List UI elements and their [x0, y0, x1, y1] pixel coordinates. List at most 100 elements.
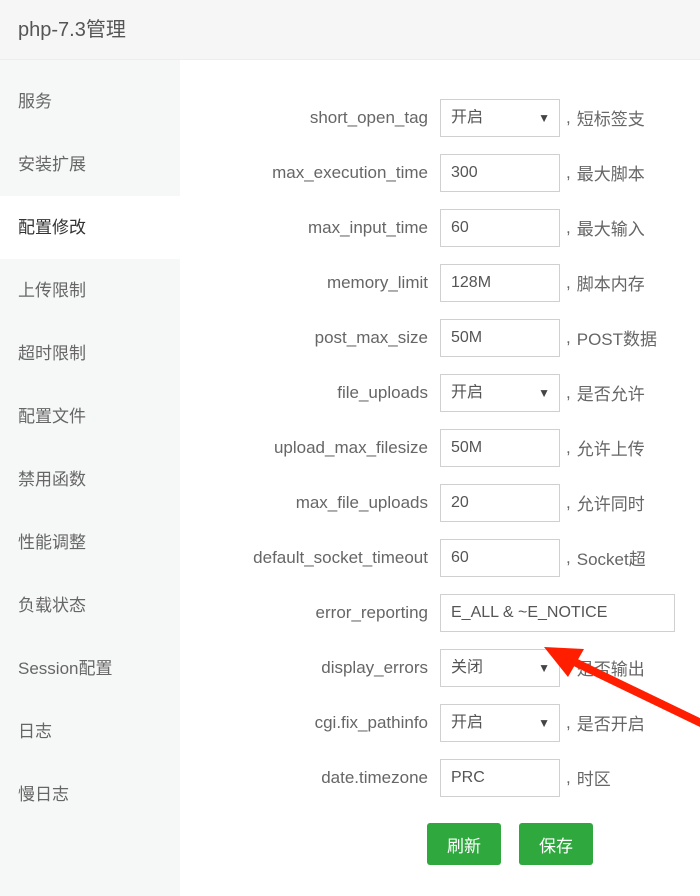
body: 服务安装扩展配置修改上传限制超时限制配置文件禁用函数性能调整负载状态 Sessio… — [0, 60, 700, 896]
setting-control: , Socket超 — [440, 539, 646, 577]
sidebar-item[interactable]: 安装扩展 — [0, 133, 180, 196]
setting-select[interactable]: 开启关闭 — [440, 374, 560, 412]
setting-control: ,时区 — [440, 759, 611, 797]
setting-control: , POST数据 — [440, 319, 657, 357]
sidebar-item[interactable]: Session配置 — [0, 637, 180, 700]
sidebar-item[interactable]: 配置文件 — [0, 385, 180, 448]
sidebar-item[interactable]: 配置修改 — [0, 196, 180, 259]
setting-select[interactable]: 开启关闭 — [440, 704, 560, 742]
setting-control: ,允许同时 — [440, 484, 645, 522]
setting-description: 是否输出 — [577, 655, 645, 680]
sidebar-item[interactable]: 服务 — [0, 70, 180, 133]
setting-input[interactable] — [440, 594, 675, 632]
sidebar-item-label: 性能调整 — [18, 533, 86, 552]
setting-description: POST数据 — [577, 325, 657, 350]
setting-description: 允许上传 — [577, 435, 645, 460]
setting-select[interactable]: 开启关闭 — [440, 649, 560, 687]
comma: , — [566, 218, 571, 238]
comma: , — [566, 328, 571, 348]
setting-control: 开启关闭▼,是否输出 — [440, 649, 645, 687]
button-row: 刷新 保存 — [320, 823, 700, 865]
sidebar-item-label: 服务 — [18, 92, 52, 111]
sidebar-item[interactable]: 禁用函数 — [0, 448, 180, 511]
setting-row: upload_max_filesize,允许上传 — [180, 420, 700, 475]
sidebar-item-label: 日志 — [18, 722, 52, 741]
comma: , — [566, 108, 571, 128]
setting-row: cgi.fix_pathinfo开启关闭▼,是否开启 — [180, 695, 700, 750]
window-title: php-7.3管理 — [0, 0, 700, 60]
setting-label: cgi.fix_pathinfo — [180, 713, 440, 733]
setting-label: display_errors — [180, 658, 440, 678]
save-button[interactable]: 保存 — [519, 823, 593, 865]
comma: , — [566, 163, 571, 183]
setting-control: ,允许上传 — [440, 429, 645, 467]
sidebar-item-label: Session配置 — [18, 659, 112, 678]
setting-row: default_socket_timeout,Socket超 — [180, 530, 700, 585]
setting-row: max_input_time, 最大输入 — [180, 200, 700, 255]
setting-input[interactable] — [440, 209, 560, 247]
setting-row: display_errors开启关闭▼,是否输出 — [180, 640, 700, 695]
setting-label: max_execution_time — [180, 163, 440, 183]
setting-row: error_reporting — [180, 585, 700, 640]
setting-row: date.timezone,时区 — [180, 750, 700, 805]
setting-row: max_file_uploads,允许同时 — [180, 475, 700, 530]
setting-input[interactable] — [440, 429, 560, 467]
sidebar-item[interactable]: 慢日志 — [0, 763, 180, 826]
sidebar-item[interactable]: 上传限制 — [0, 259, 180, 322]
setting-control: 开启关闭▼,是否开启 — [440, 704, 645, 742]
comma: , — [566, 658, 571, 678]
setting-control: , 最大脚本 — [440, 154, 645, 192]
setting-input[interactable] — [440, 759, 560, 797]
setting-row: max_execution_time, 最大脚本 — [180, 145, 700, 200]
setting-description: 是否开启 — [577, 710, 645, 735]
sidebar-item[interactable]: 负载状态 — [0, 574, 180, 637]
refresh-button[interactable]: 刷新 — [427, 823, 501, 865]
setting-label: error_reporting — [180, 603, 440, 623]
setting-control: , 脚本内存 — [440, 264, 645, 302]
comma: , — [566, 713, 571, 733]
setting-input[interactable] — [440, 319, 560, 357]
setting-select[interactable]: 开启关闭 — [440, 99, 560, 137]
setting-description: 最大脚本 — [577, 160, 645, 185]
setting-row: short_open_tag开启关闭▼,短标签支 — [180, 90, 700, 145]
sidebar-item-label: 配置文件 — [18, 407, 86, 426]
setting-label: max_input_time — [180, 218, 440, 238]
sidebar-item-label: 负载状态 — [18, 596, 86, 615]
setting-label: upload_max_filesize — [180, 438, 440, 458]
sidebar-item[interactable]: 性能调整 — [0, 511, 180, 574]
setting-description: 短标签支 — [577, 105, 645, 130]
setting-row: post_max_size, POST数据 — [180, 310, 700, 365]
comma: , — [566, 493, 571, 513]
sidebar-item-label: 配置修改 — [18, 218, 86, 237]
setting-control: 开启关闭▼,是否允许 — [440, 374, 645, 412]
setting-row: file_uploads开启关闭▼,是否允许 — [180, 365, 700, 420]
setting-input[interactable] — [440, 154, 560, 192]
sidebar-item-label: 禁用函数 — [18, 470, 86, 489]
setting-description: 时区 — [577, 765, 611, 790]
sidebar-item-label: 安装扩展 — [18, 155, 86, 174]
setting-input[interactable] — [440, 484, 560, 522]
setting-control: 开启关闭▼,短标签支 — [440, 99, 645, 137]
setting-label: short_open_tag — [180, 108, 440, 128]
comma: , — [566, 383, 571, 403]
setting-label: date.timezone — [180, 768, 440, 788]
setting-control — [440, 594, 675, 632]
setting-input[interactable] — [440, 264, 560, 302]
setting-description: 最大输入 — [577, 215, 645, 240]
setting-label: memory_limit — [180, 273, 440, 293]
sidebar: 服务安装扩展配置修改上传限制超时限制配置文件禁用函数性能调整负载状态 Sessio… — [0, 60, 180, 896]
sidebar-item-label: 超时限制 — [18, 344, 86, 363]
comma: , — [566, 548, 571, 568]
setting-description: Socket超 — [577, 545, 646, 570]
sidebar-item[interactable]: 超时限制 — [0, 322, 180, 385]
setting-label: post_max_size — [180, 328, 440, 348]
sidebar-item-label: 上传限制 — [18, 281, 86, 300]
comma: , — [566, 273, 571, 293]
sidebar-item-label: 慢日志 — [18, 785, 69, 804]
settings-form: short_open_tag开启关闭▼,短标签支max_execution_ti… — [180, 90, 700, 805]
setting-control: , 最大输入 — [440, 209, 645, 247]
sidebar-item[interactable]: 日志 — [0, 700, 180, 763]
setting-input[interactable] — [440, 539, 560, 577]
setting-description: 脚本内存 — [577, 270, 645, 295]
setting-label: max_file_uploads — [180, 493, 440, 513]
